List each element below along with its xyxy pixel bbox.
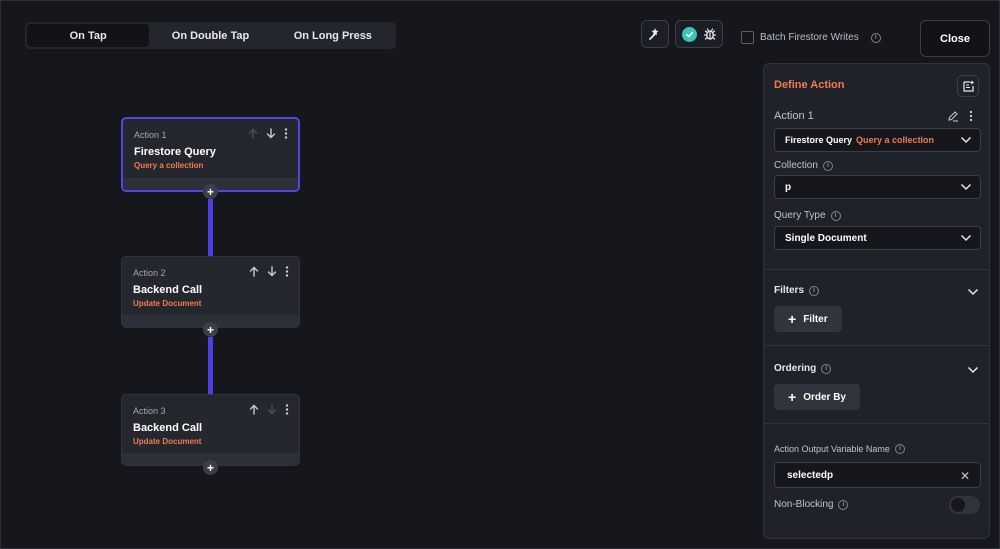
filters-label: Filters — [774, 285, 805, 296]
non-blocking-label: Non-Blocking i — [774, 499, 849, 510]
output-variable-input[interactable]: selectedp ✕ — [774, 462, 981, 488]
action-card-1[interactable]: Action 1 Firestore Query Query a collect… — [121, 117, 300, 192]
batch-writes-checkbox[interactable] — [741, 31, 754, 44]
action-card-2[interactable]: Action 2 Backend Call Update Document — [121, 256, 300, 328]
more-options-icon[interactable] — [969, 110, 973, 122]
validate-debug-button[interactable] — [675, 20, 723, 48]
move-up-icon[interactable] — [249, 266, 259, 277]
add-order-by-label: Order By — [803, 391, 846, 403]
edit-icon[interactable] — [947, 110, 959, 122]
info-icon[interactable]: i — [822, 160, 833, 171]
action-subtitle: Update Document — [133, 299, 202, 308]
info-icon[interactable]: i — [830, 210, 841, 221]
ordering-label: Ordering — [774, 363, 817, 374]
collection-label: Collection i — [774, 160, 833, 171]
chevron-down-icon — [960, 136, 972, 144]
wand-icon — [649, 28, 659, 40]
move-up-icon[interactable] — [249, 404, 259, 415]
info-icon[interactable]: i — [809, 285, 820, 296]
action-title: Firestore Query — [134, 146, 216, 158]
action-type-detail: Query a collection — [856, 135, 935, 145]
action-subtitle: Query a collection — [134, 161, 204, 170]
bug-icon — [703, 28, 716, 40]
check-icon — [681, 26, 697, 42]
add-note-button[interactable] — [957, 75, 979, 97]
action-label: Action 3 — [133, 406, 166, 416]
more-options-icon[interactable] — [285, 404, 289, 415]
batch-writes-label: Batch Firestore Writes — [760, 32, 859, 43]
action-card-3[interactable]: Action 3 Backend Call Update Document — [121, 394, 300, 466]
add-filter-label: Filter — [803, 313, 828, 325]
info-icon[interactable]: i — [894, 444, 905, 454]
plus-icon: + — [788, 389, 797, 405]
filters-section-header[interactable]: Filters i — [774, 285, 820, 296]
tab-on-long-press[interactable]: On Long Press — [272, 24, 394, 47]
query-type-label: Query Type i — [774, 210, 841, 221]
panel-title: Define Action — [774, 79, 845, 91]
move-down-icon[interactable] — [267, 266, 277, 277]
trigger-tabs: On Tap On Double Tap On Long Press — [25, 22, 396, 49]
batch-writes-option: Batch Firestore Writes i — [741, 31, 881, 44]
flow-connector — [208, 199, 213, 256]
action-title: Backend Call — [133, 284, 203, 296]
chevron-down-icon — [960, 234, 972, 242]
output-variable-value: selectedp — [787, 469, 834, 481]
action-subtitle: Update Document — [133, 437, 202, 446]
move-down-icon[interactable] — [266, 128, 276, 139]
flow-connector — [208, 337, 213, 394]
collection-label-text: Collection — [774, 160, 818, 171]
output-variable-label: Action Output Variable Name i — [774, 444, 905, 454]
query-type-value: Single Document — [785, 232, 867, 244]
query-type-select[interactable]: Single Document — [774, 226, 981, 250]
move-down-icon[interactable] — [267, 404, 277, 415]
query-type-label-text: Query Type — [774, 210, 826, 221]
output-variable-label-text: Action Output Variable Name — [774, 444, 890, 454]
wand-button[interactable] — [641, 20, 669, 48]
tab-on-tap[interactable]: On Tap — [27, 24, 150, 47]
more-options-icon[interactable] — [285, 266, 289, 277]
info-icon[interactable]: i — [821, 363, 832, 374]
move-up-icon[interactable] — [248, 128, 258, 139]
collection-value: p — [785, 181, 792, 193]
divider — [764, 269, 989, 270]
note-add-icon — [962, 80, 974, 92]
action-title: Backend Call — [133, 422, 203, 434]
non-blocking-toggle[interactable] — [949, 496, 980, 514]
action-label: Action 2 — [133, 268, 166, 278]
info-icon[interactable]: i — [838, 499, 849, 510]
chevron-down-icon — [960, 183, 972, 191]
toggle-knob — [951, 498, 965, 512]
close-button[interactable]: Close — [920, 20, 990, 57]
chevron-down-icon[interactable] — [967, 366, 979, 374]
collection-select[interactable]: p — [774, 175, 981, 199]
info-icon[interactable]: i — [870, 32, 881, 43]
divider — [764, 345, 989, 346]
clear-icon[interactable]: ✕ — [960, 469, 970, 483]
non-blocking-label-text: Non-Blocking — [774, 499, 834, 510]
action-type-select[interactable]: Firestore Query Query a collection — [774, 128, 981, 152]
tab-on-double-tap[interactable]: On Double Tap — [149, 24, 271, 47]
action-type-value: Firestore Query — [785, 135, 853, 145]
add-action-button[interactable]: + — [203, 184, 218, 199]
chevron-down-icon[interactable] — [967, 288, 979, 296]
add-order-by-button[interactable]: + Order By — [774, 384, 860, 410]
action-label: Action 1 — [134, 130, 167, 140]
define-action-panel: Define Action Action 1 Firestore Query Q… — [763, 63, 990, 539]
plus-icon: + — [788, 311, 797, 327]
add-filter-button[interactable]: + Filter — [774, 306, 842, 332]
divider — [764, 423, 989, 424]
add-action-button[interactable]: + — [203, 460, 218, 475]
ordering-section-header[interactable]: Ordering i — [774, 363, 832, 374]
action-name-label: Action 1 — [774, 110, 814, 122]
add-action-button[interactable]: + — [203, 322, 218, 337]
more-options-icon[interactable] — [284, 128, 288, 139]
